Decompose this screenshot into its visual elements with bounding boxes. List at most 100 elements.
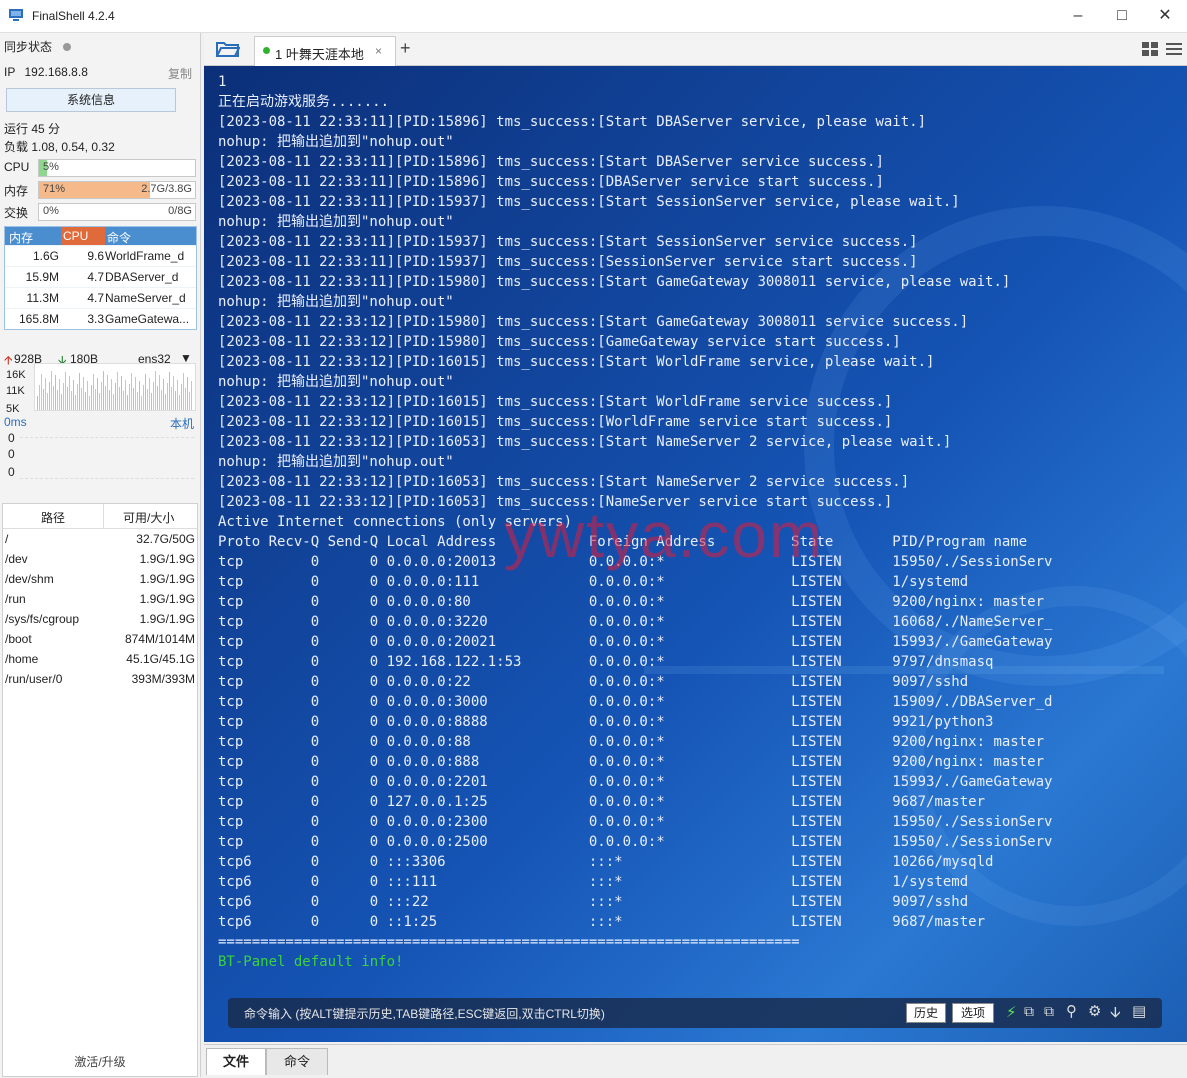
terminal-panel[interactable]: 1 正在启动游戏服务....... [2023-08-11 22:33:11][PI… bbox=[204, 66, 1187, 1042]
disk-row[interactable]: /run/user/0 393M/393M bbox=[3, 669, 197, 689]
net-graph-bar bbox=[139, 381, 140, 410]
disk-row[interactable]: / 32.7G/50G bbox=[3, 529, 197, 549]
disk-row[interactable]: /home 45.1G/45.1G bbox=[3, 649, 197, 669]
ip-value: 192.168.8.8 bbox=[24, 65, 88, 79]
disk-size: 393M/393M bbox=[131, 672, 195, 686]
disk-row[interactable]: /dev/shm 1.9G/1.9G bbox=[3, 569, 197, 589]
net-graph-bar bbox=[37, 396, 38, 410]
folder-icon[interactable] bbox=[216, 40, 240, 58]
menu-icon[interactable] bbox=[1166, 42, 1182, 56]
disk-row[interactable]: /dev 1.9G/1.9G bbox=[3, 549, 197, 569]
paste-icon[interactable]: ⧉ bbox=[1044, 1003, 1054, 1020]
latency-host[interactable]: 本机 bbox=[170, 415, 194, 432]
net-graph-bar bbox=[75, 395, 76, 410]
process-table-header: 内存 CPU 命令 bbox=[5, 227, 196, 245]
net-graph-bar bbox=[159, 375, 160, 410]
process-row[interactable]: 15.9M 4.7 DBAServer_d bbox=[5, 266, 196, 287]
process-row[interactable]: 1.6G 9.6 WorldFrame_d bbox=[5, 245, 196, 266]
process-cpu: 3.3 bbox=[87, 312, 104, 326]
process-mem: 15.9M bbox=[25, 270, 59, 284]
process-cmd: WorldFrame_d bbox=[105, 249, 185, 263]
process-cpu: 4.7 bbox=[87, 291, 104, 305]
net-graph-bar bbox=[165, 394, 166, 410]
minimize-button[interactable]: – bbox=[1056, 4, 1100, 28]
net-graph-bar bbox=[107, 375, 108, 410]
col-cpu-header[interactable]: CPU bbox=[61, 227, 105, 245]
terminal-line: [2023-08-11 22:33:11][PID:15896] tms_suc… bbox=[218, 154, 884, 170]
latency-graph bbox=[20, 437, 194, 479]
net-graph-bar bbox=[49, 382, 50, 410]
close-window-button[interactable]: ✕ bbox=[1143, 4, 1187, 28]
process-row[interactable]: 165.8M 3.3 GameGatewa... bbox=[5, 308, 196, 329]
tab-session-1[interactable]: 1 叶舞天涯本地 × bbox=[254, 36, 396, 66]
col-mem-header[interactable]: 内存 bbox=[9, 229, 33, 246]
cpu-label: CPU bbox=[4, 160, 30, 174]
terminal-line: nohup: 把输出追加到"nohup.out" bbox=[218, 454, 454, 470]
options-button[interactable]: 选项 bbox=[952, 1003, 994, 1023]
session-tab-bar: 1 叶舞天涯本地 × + bbox=[204, 33, 1187, 66]
disk-path: /sys/fs/cgroup bbox=[5, 612, 80, 626]
close-tab-icon[interactable]: × bbox=[375, 44, 382, 58]
col-cmd-header[interactable]: 命令 bbox=[107, 229, 131, 246]
col-path-header[interactable]: 路径 bbox=[41, 509, 65, 526]
net-graph-bar bbox=[53, 386, 54, 410]
sync-status: 同步状态 bbox=[4, 38, 72, 55]
window-icon[interactable]: ▤ bbox=[1132, 1002, 1146, 1020]
command-input-bar[interactable]: 命令输入 (按ALT键提示历史,TAB键路径,ESC键返回,双击CTRL切换) … bbox=[228, 998, 1162, 1028]
disk-path: /boot bbox=[5, 632, 32, 646]
search-icon[interactable]: ⚲ bbox=[1066, 1002, 1077, 1020]
terminal-line: tcp 0 0 0.0.0.0:2300 0.0.0.0:* LISTEN 15… bbox=[218, 814, 1053, 830]
net-graph-bar bbox=[41, 374, 42, 410]
window-title: FinalShell 4.2.4 bbox=[32, 9, 115, 23]
sync-dot-icon bbox=[63, 43, 72, 51]
terminal-line: tcp 0 0 0.0.0.0:20021 0.0.0.0:* LISTEN 1… bbox=[218, 634, 1053, 650]
disk-size: 45.1G/45.1G bbox=[126, 652, 195, 666]
lightning-icon[interactable]: ⚡ bbox=[1006, 1003, 1017, 1021]
terminal-line: [2023-08-11 22:33:12][PID:16015] tms_suc… bbox=[218, 414, 893, 430]
net-graph-bar bbox=[141, 396, 142, 410]
watermark-text: ywtya.com bbox=[504, 499, 825, 571]
status-sidebar: 同步状态 IP 192.168.8.8 复制 系统信息 运行 45 分 负载 1… bbox=[0, 33, 201, 1077]
disk-row[interactable]: /sys/fs/cgroup 1.9G/1.9G bbox=[3, 609, 197, 629]
grid-layout-icon[interactable] bbox=[1142, 42, 1158, 56]
net-graph-bar bbox=[111, 379, 112, 410]
activate-upgrade-link[interactable]: 激活/升级 bbox=[0, 1053, 200, 1070]
net-graph-bar bbox=[81, 388, 82, 410]
command-input[interactable]: 命令输入 (按ALT键提示历史,TAB键路径,ESC键返回,双击CTRL切换) bbox=[244, 1005, 605, 1022]
history-button[interactable]: 历史 bbox=[906, 1003, 946, 1023]
swap-usage: 0/8G bbox=[168, 205, 192, 217]
disk-path: /run bbox=[5, 592, 26, 606]
net-graph-bar bbox=[157, 386, 158, 410]
gear-icon[interactable]: ⚙ bbox=[1088, 1002, 1101, 1020]
col-size-header[interactable]: 可用/大小 bbox=[123, 509, 174, 526]
latency-value-2: 0 bbox=[8, 447, 15, 461]
tab-commands[interactable]: 命令 bbox=[266, 1048, 328, 1075]
terminal-line: tcp 0 0 0.0.0.0:888 0.0.0.0:* LISTEN 920… bbox=[218, 754, 1045, 770]
system-info-button[interactable]: 系统信息 bbox=[6, 88, 176, 112]
latency-value-3: 0 bbox=[8, 465, 15, 479]
uptime-text: 运行 45 分 bbox=[4, 122, 61, 136]
process-mem: 1.6G bbox=[32, 249, 59, 263]
copy-icon[interactable]: ⧉ bbox=[1024, 1003, 1034, 1020]
net-graph-bar bbox=[149, 378, 150, 410]
net-graph-bar bbox=[95, 389, 96, 410]
add-tab-icon[interactable]: + bbox=[400, 38, 411, 59]
net-graph-bar bbox=[63, 383, 64, 410]
terminal-line: [2023-08-11 22:33:11][PID:15896] tms_suc… bbox=[218, 174, 884, 190]
disk-row[interactable]: /boot 874M/1014M bbox=[3, 629, 197, 649]
tab-files[interactable]: 文件 bbox=[206, 1048, 266, 1075]
disk-size: 1.9G/1.9G bbox=[139, 572, 195, 586]
net-graph-bar bbox=[129, 384, 130, 410]
net-graph-bar bbox=[133, 388, 134, 410]
maximize-button[interactable]: □ bbox=[1100, 4, 1144, 28]
mem-usage: 2.7G/3.8G bbox=[141, 183, 192, 195]
network-graph-svg bbox=[37, 371, 192, 410]
disk-size: 1.9G/1.9G bbox=[139, 612, 195, 626]
copy-ip-link[interactable]: 复制 bbox=[168, 65, 192, 82]
disk-row[interactable]: /run 1.9G/1.9G bbox=[3, 589, 197, 609]
download-icon[interactable]: 🡫 bbox=[1110, 1002, 1121, 1027]
net-graph-bar bbox=[91, 385, 92, 410]
terminal-line: [2023-08-11 22:33:12][PID:16015] tms_suc… bbox=[218, 354, 935, 370]
swap-bar: 0% 0/8G bbox=[38, 203, 196, 221]
process-row[interactable]: 11.3M 4.7 NameServer_d bbox=[5, 287, 196, 308]
